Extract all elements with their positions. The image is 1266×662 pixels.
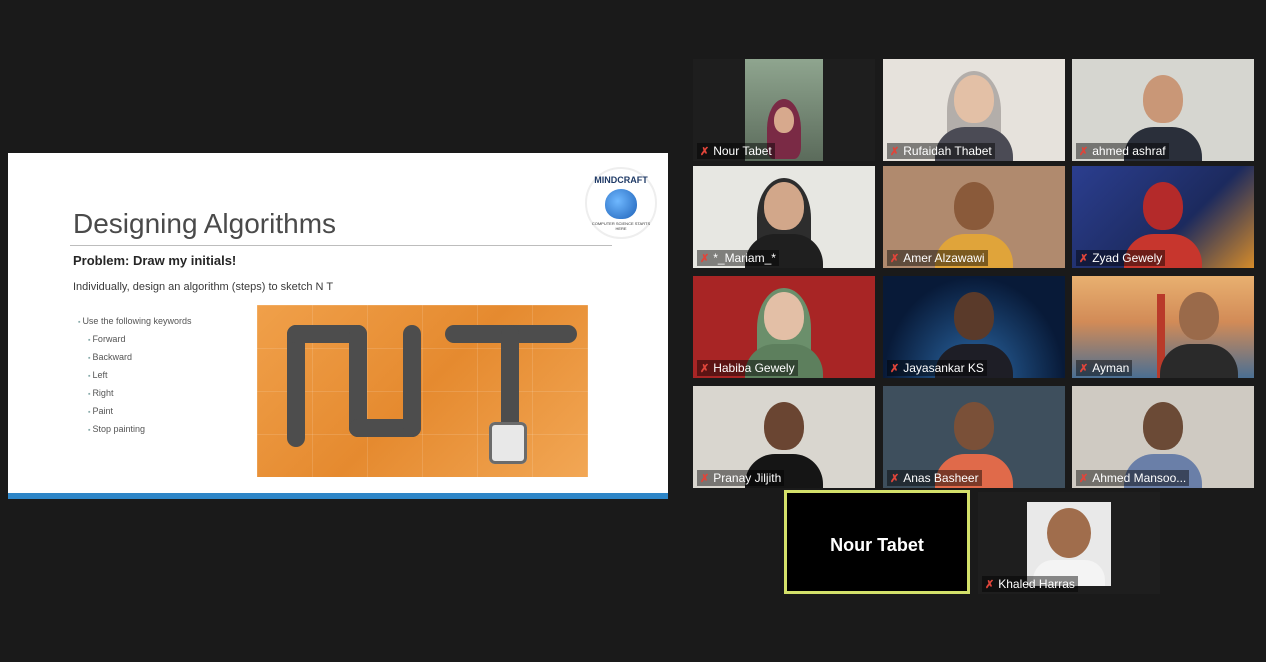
keyword-item: Right (78, 385, 192, 403)
keyword-item: Paint (78, 403, 192, 421)
muted-mic-icon: ✗ (890, 145, 900, 158)
muted-mic-icon: ✗ (1079, 252, 1089, 265)
nt-path-board (257, 305, 588, 477)
participant-name: ✗ Anas Basheer (887, 470, 982, 486)
muted-mic-icon: ✗ (700, 145, 710, 158)
participant-name: ✗ Zyad Gewely (1076, 250, 1166, 266)
slide-title: Designing Algorithms (73, 208, 337, 239)
participant-name: ✗ Habiba Gewely (697, 360, 798, 376)
slide-subtitle: Problem: Draw my initials! (73, 253, 237, 268)
participant-name: ✗ Ayman (1076, 360, 1133, 376)
participant-tile[interactable]: ✗ Anas Basheer (883, 386, 1065, 488)
title-divider (70, 245, 612, 246)
slide-instruction: Individually, design an algorithm (steps… (73, 281, 334, 293)
muted-mic-icon: ✗ (700, 362, 710, 375)
muted-mic-icon: ✗ (700, 252, 710, 265)
participant-name: ✗ *_Mariam_* (697, 250, 779, 266)
participant-tile[interactable]: ✗ Jayasankar KS (883, 276, 1065, 378)
participant-tile[interactable]: ✗ Habiba Gewely (693, 276, 875, 378)
muted-mic-icon: ✗ (985, 578, 995, 591)
keyword-item: Left (78, 367, 192, 385)
muted-mic-icon: ✗ (1079, 362, 1089, 375)
participant-name: ✗ Amer Alzawawi (887, 250, 988, 266)
participant-name: ✗ Nour Tabet (697, 143, 775, 159)
logo-text: MINDCRAFT (594, 175, 648, 185)
muted-mic-icon: ✗ (890, 252, 900, 265)
participant-name: ✗ Ahmed Mansoo... (1076, 470, 1190, 486)
logo-tagline: COMPUTER SCIENCE STARTS HERE (591, 221, 651, 231)
participant-name: ✗ Rufaidah Thabet (887, 143, 995, 159)
brain-icon (605, 189, 637, 219)
participant-tile[interactable]: ✗ Ayman (1072, 276, 1254, 378)
participant-tile[interactable]: ✗ Ahmed Mansoo... (1072, 386, 1254, 488)
participant-tile[interactable]: ✗ *_Mariam_* (693, 166, 875, 268)
participant-tile[interactable]: ✗ ahmed ashraf (1072, 59, 1254, 161)
keyword-item: Backward (78, 349, 192, 367)
participant-tile[interactable]: ✗ Nour Tabet (693, 59, 875, 161)
slide-accent-bar (8, 493, 668, 499)
participant-tile[interactable]: ✗ Khaled Harras (978, 492, 1160, 594)
keyword-list: Use the following keywords Forward Backw… (78, 313, 192, 439)
keyword-heading: Use the following keywords (78, 313, 191, 331)
participant-tile[interactable]: ✗ Rufaidah Thabet (883, 59, 1065, 161)
keyword-item: Stop painting (78, 421, 192, 439)
active-speaker-tile[interactable]: Nour Tabet (784, 490, 970, 594)
shared-slide: MINDCRAFT COMPUTER SCIENCE STARTS HERE D… (8, 153, 668, 499)
participant-tile[interactable]: ✗ Amer Alzawawi (883, 166, 1065, 268)
muted-mic-icon: ✗ (1079, 472, 1089, 485)
participant-name: ✗ Khaled Harras (982, 576, 1078, 592)
mindcraft-logo: MINDCRAFT COMPUTER SCIENCE STARTS HERE (585, 167, 657, 239)
muted-mic-icon: ✗ (890, 362, 900, 375)
robot-car-icon (489, 422, 527, 464)
muted-mic-icon: ✗ (700, 472, 710, 485)
active-speaker-name: Nour Tabet (830, 535, 924, 555)
participant-name: ✗ Jayasankar KS (887, 360, 987, 376)
muted-mic-icon: ✗ (890, 472, 900, 485)
participant-name: ✗ Pranay Jiljith (697, 470, 785, 486)
muted-mic-icon: ✗ (1079, 145, 1089, 158)
participant-name: ✗ ahmed ashraf (1076, 143, 1169, 159)
keyword-item: Forward (78, 331, 192, 349)
participant-tile[interactable]: ✗ Zyad Gewely (1072, 166, 1254, 268)
participant-tile[interactable]: ✗ Pranay Jiljith (693, 386, 875, 488)
